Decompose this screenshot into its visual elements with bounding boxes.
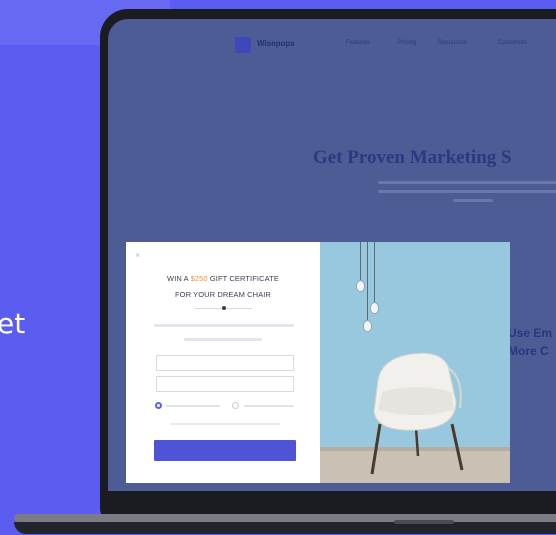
laptop-base-bottom	[14, 522, 556, 534]
nav-link-resources[interactable]: Resources	[438, 40, 467, 46]
popup-form-panel: × WIN A $250 GIFT CERTIFICATE FOR YOUR D…	[126, 242, 320, 483]
email-field[interactable]	[156, 376, 294, 392]
laptop-base	[14, 512, 556, 535]
hero-text-line	[453, 199, 493, 202]
radio-option-selected[interactable]	[155, 402, 162, 409]
close-icon[interactable]: ×	[135, 250, 140, 260]
radio-label	[166, 405, 220, 407]
chair-image	[320, 242, 510, 483]
section-heading-line: More C	[508, 344, 549, 358]
nav-link-pricing[interactable]: Pricing	[398, 40, 416, 46]
laptop-base-edge	[14, 514, 556, 522]
popup-headline-line2: FOR YOUR DREAM CHAIR	[174, 290, 272, 299]
site-brand[interactable]: Wisepops	[257, 39, 295, 48]
popup-headline: WIN A $250 GIFT CERTIFICATE	[126, 274, 320, 283]
radio-option[interactable]	[232, 402, 239, 409]
divider-dot	[222, 306, 226, 310]
submit-button[interactable]	[154, 440, 296, 461]
laptop-notch	[394, 520, 454, 524]
logo-icon[interactable]	[235, 37, 251, 53]
hero-text-line	[378, 190, 556, 193]
subtext-line	[154, 324, 294, 327]
name-field[interactable]	[156, 355, 294, 371]
headline-price: $250	[190, 274, 208, 283]
site-navbar: Wisepops Features Pricing Resources Cust…	[108, 19, 556, 65]
hero-title: Get Proven Marketing S	[313, 147, 512, 168]
section-heading-line: Use Em	[508, 326, 553, 340]
headline-fragment: et	[0, 307, 26, 340]
headline-text: GIFT CERTIFICATE	[207, 274, 279, 283]
headline-text: WIN A	[167, 274, 191, 283]
radio-label	[244, 405, 294, 407]
hero-text-line	[378, 181, 556, 184]
consent-text	[170, 423, 280, 425]
armchair-icon	[370, 352, 464, 475]
section-heading: Use Em More C	[508, 324, 552, 360]
nav-link-customers[interactable]: Customers	[498, 40, 527, 46]
nav-link-features[interactable]: Features	[346, 40, 370, 46]
subtext-line	[184, 338, 262, 341]
promo-popup: × WIN A $250 GIFT CERTIFICATE FOR YOUR D…	[126, 242, 510, 483]
